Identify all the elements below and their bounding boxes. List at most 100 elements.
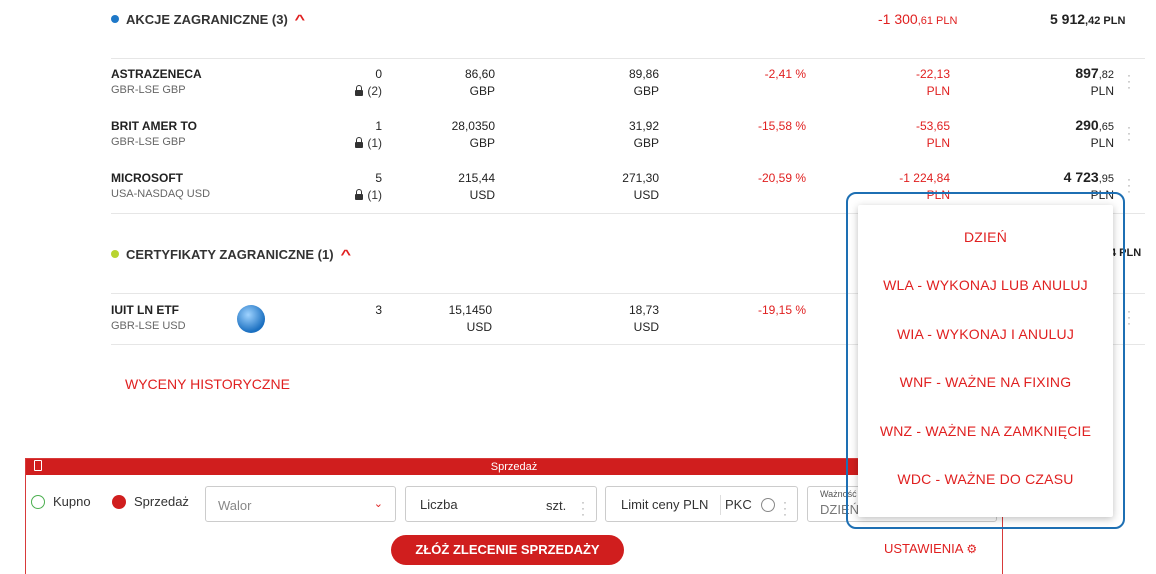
avg-price: 215,44 <box>458 171 495 185</box>
instrument-market: USA-NASDAQ USD <box>111 188 211 200</box>
more-options-icon[interactable]: · · · <box>580 496 586 520</box>
blocked-quantity: (1) <box>320 136 382 150</box>
section-dot <box>111 250 119 258</box>
position-value-main: 4 723 <box>1063 169 1099 185</box>
quantity: 3 <box>375 303 382 317</box>
sell-label: Sprzedaż <box>134 494 189 509</box>
position-value-dec: ,65 <box>1098 121 1114 133</box>
position-value-dec: ,95 <box>1098 173 1114 185</box>
buy-radio[interactable] <box>31 494 45 509</box>
more-options-icon[interactable]: · · · <box>1126 173 1132 197</box>
more-options-icon[interactable]: · · · <box>782 496 788 520</box>
avg-price-currency: GBP <box>469 136 495 150</box>
change-percent: -20,59 % <box>757 171 806 185</box>
section-title: CERTYFIKATY ZAGRANICZNE (1) <box>126 246 334 262</box>
blocked-quantity: (2) <box>320 84 382 98</box>
etf-logo-icon <box>237 305 265 333</box>
position-value: 290,65 <box>1040 117 1114 133</box>
lock-icon <box>355 137 364 148</box>
divider <box>111 58 1145 59</box>
profit-loss-currency: PLN <box>926 136 950 150</box>
profit-loss: -53,65 <box>915 119 950 133</box>
more-options-icon[interactable]: · · · <box>1126 69 1132 93</box>
section-value-main: 5 912 <box>1050 11 1086 27</box>
avg-price: 15,1450 <box>448 303 492 317</box>
section-dot <box>111 15 119 23</box>
change-percent: -15,58 % <box>757 119 806 133</box>
gear-icon: ⚙ <box>966 542 978 556</box>
blocked-count: (1) <box>367 136 382 150</box>
quantity: 0 <box>375 67 382 81</box>
section-profit-main: -1 300 <box>878 11 918 27</box>
buy-radio-group[interactable]: Kupno <box>31 494 91 509</box>
current-price-currency: GBP <box>633 136 659 150</box>
buy-label: Kupno <box>53 494 91 509</box>
instrument-name: BRIT AMER TO <box>111 119 197 133</box>
highlight-frame <box>846 192 1125 529</box>
avg-price: 86,60 <box>464 67 495 81</box>
position-value-currency: PLN <box>1090 84 1114 98</box>
instrument-name: IUIT LN ETF <box>111 303 179 317</box>
sell-radio-group[interactable]: Sprzedaż <box>112 494 189 509</box>
chevron-up-icon[interactable]: ^ <box>340 247 351 262</box>
quantity: 1 <box>375 119 382 133</box>
profit-loss: -22,13 <box>915 67 950 81</box>
quantity-field[interactable]: Liczba szt. · · · <box>405 486 597 522</box>
blocked-quantity: (1) <box>320 188 382 202</box>
lock-icon <box>355 85 364 96</box>
avg-price-currency: USD <box>469 188 495 202</box>
current-price: 31,92 <box>628 119 659 133</box>
position-value: 4 723,95 <box>1040 169 1114 185</box>
pkc-label: PKC <box>725 497 752 512</box>
position-value-currency: PLN <box>1090 136 1114 150</box>
lock-icon <box>355 189 364 200</box>
avg-price-currency: GBP <box>469 84 495 98</box>
current-price: 89,86 <box>628 67 659 81</box>
order-panel-title: Sprzedaż <box>490 461 538 473</box>
historical-valuations-link[interactable]: WYCENY HISTORYCZNE <box>125 376 290 392</box>
instrument-placeholder: Walor <box>218 498 252 513</box>
more-options-icon[interactable]: · · · <box>1126 121 1132 145</box>
quantity: 5 <box>375 171 382 185</box>
sell-radio[interactable] <box>112 494 126 509</box>
chevron-down-icon: ⌄ <box>373 498 383 510</box>
avg-price-currency: USD <box>466 320 492 334</box>
profit-loss-currency: PLN <box>926 84 950 98</box>
section-header-foreign-certs: CERTYFIKATY ZAGRANICZNE (1) ^ <box>111 243 351 265</box>
limit-label: Limit ceny PLN <box>621 497 709 512</box>
pkc-radio[interactable] <box>761 498 775 512</box>
section-header-foreign-stocks: AKCJE ZAGRANICZNE (3) ^ <box>111 8 305 30</box>
position-value-dec: ,82 <box>1098 69 1114 81</box>
profit-loss: -1 224,84 <box>899 171 950 185</box>
more-options-icon[interactable]: · · · <box>1126 305 1132 329</box>
instrument-name: ASTRAZENECA <box>111 67 202 81</box>
settings-link[interactable]: USTAWIENIA ⚙ <box>884 541 977 556</box>
current-price-currency: GBP <box>633 84 659 98</box>
blocked-count: (2) <box>367 84 382 98</box>
current-price-currency: USD <box>633 320 659 334</box>
submit-sell-order-button[interactable]: ZŁÓŻ ZLECENIE SPRZEDAŻY <box>391 535 624 565</box>
change-percent: -19,15 % <box>757 303 806 317</box>
section-profit: -1 300,61 PLN <box>878 11 957 27</box>
instrument-select[interactable]: Walor ⌄ <box>205 486 396 522</box>
instrument-market: GBR-LSE USD <box>111 320 186 332</box>
position-value: 897,82 <box>1040 65 1114 81</box>
instrument-market: GBR-LSE GBP <box>111 136 186 148</box>
position-value-main: 897 <box>1075 65 1099 81</box>
current-price: 271,30 <box>622 171 659 185</box>
position-value-main: 290 <box>1075 117 1099 133</box>
current-price: 18,73 <box>628 303 659 317</box>
instrument-market: GBR-LSE GBP <box>111 84 186 96</box>
quantity-unit: szt. <box>546 498 567 513</box>
instrument-name: MICROSOFT <box>111 171 183 185</box>
current-price-currency: USD <box>633 188 659 202</box>
collapse-icon[interactable] <box>34 460 42 471</box>
settings-label: USTAWIENIA <box>884 541 963 556</box>
quantity-placeholder: Liczba <box>420 497 458 512</box>
section-title: AKCJE ZAGRANICZNE (3) <box>126 11 288 27</box>
limit-price-field[interactable]: Limit ceny PLN PKC · · · <box>605 486 798 522</box>
section-value-dec: ,42 PLN <box>1085 15 1126 27</box>
chevron-up-icon[interactable]: ^ <box>294 12 305 27</box>
blocked-count: (1) <box>367 188 382 202</box>
field-separator <box>720 495 721 515</box>
